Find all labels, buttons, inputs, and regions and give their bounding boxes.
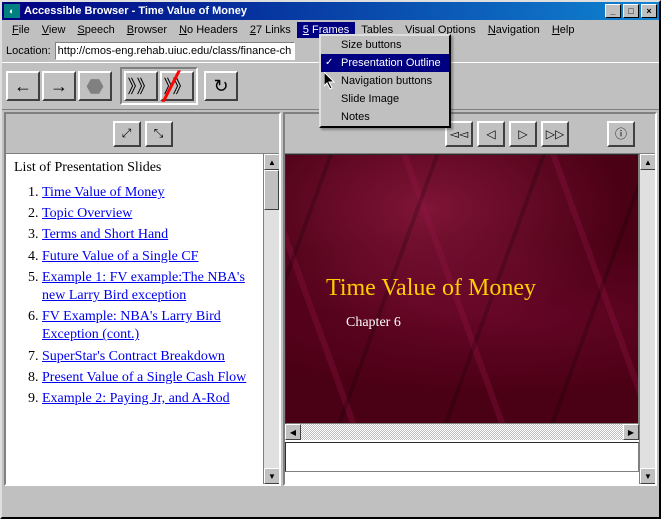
play-button[interactable]: ▷	[509, 121, 537, 147]
titlebar: ◐ Accessible Browser - Time Value of Mon…	[2, 2, 659, 20]
window-buttons: _ □ ×	[605, 4, 657, 18]
collapse-button[interactable]: ⤡	[145, 121, 173, 147]
menu-27links[interactable]: 27 Links	[244, 22, 297, 38]
outline-scrollbar-v[interactable]: ▲ ▼	[263, 154, 279, 484]
location-label: Location:	[6, 45, 51, 57]
scroll-up-icon[interactable]: ▲	[264, 154, 279, 170]
outline-body: List of Presentation Slides Time Value o…	[6, 154, 263, 484]
slide-link[interactable]: Example 2: Paying Jr, and A-Rod	[42, 391, 230, 406]
menu-help[interactable]: Help	[546, 22, 581, 38]
app-icon: ◐	[4, 4, 20, 18]
prev-slide-button[interactable]: ◁	[477, 121, 505, 147]
slide-image: Time Value of Money Chapter 6	[285, 154, 639, 424]
slide-scrollbar-h[interactable]: ◀ ▶	[285, 424, 639, 440]
dropdown-item-slide-image[interactable]: Slide Image	[321, 90, 449, 108]
scroll-down-icon[interactable]: ▼	[640, 468, 656, 484]
minimize-button[interactable]: _	[605, 4, 621, 18]
mute-button[interactable]: 》》╱	[160, 71, 194, 101]
next-slide-button[interactable]: ▷▷	[541, 121, 569, 147]
dropdown-item-size-buttons[interactable]: Size buttons	[321, 36, 449, 54]
scroll-track[interactable]	[264, 210, 279, 468]
slide-list: Time Value of Money Topic Overview Terms…	[14, 184, 255, 408]
outline-toolbar: ⤢ ⤡	[6, 114, 279, 154]
slide-link[interactable]: Example 1: FV example:The NBA's new Larr…	[42, 270, 245, 303]
menu-navigation[interactable]: Navigation	[482, 22, 546, 38]
maximize-button[interactable]: □	[623, 4, 639, 18]
outline-heading: List of Presentation Slides	[14, 160, 255, 176]
slide-scrollbar-v[interactable]: ▲ ▼	[639, 154, 655, 484]
notes-area	[285, 442, 639, 472]
speak-icon: 》》	[128, 73, 155, 99]
stop-icon: ⬣	[86, 74, 103, 99]
forward-button[interactable]: →	[42, 71, 76, 101]
list-item: Example 1: FV example:The NBA's new Larr…	[42, 269, 255, 305]
scroll-thumb[interactable]	[264, 170, 279, 210]
info-button[interactable]: ⓘ	[607, 121, 635, 147]
slide-subtitle: Chapter 6	[346, 315, 401, 331]
list-item: Topic Overview	[42, 205, 255, 223]
list-item: Present Value of a Single Cash Flow	[42, 369, 255, 387]
close-button[interactable]: ×	[641, 4, 657, 18]
menu-noheaders[interactable]: No Headers	[173, 22, 244, 38]
scroll-right-icon[interactable]: ▶	[623, 424, 639, 440]
list-item: FV Example: NBA's Larry Bird Exception (…	[42, 308, 255, 344]
list-item: Time Value of Money	[42, 184, 255, 202]
speak-button[interactable]: 》》	[124, 71, 158, 101]
dropdown-item-navigation-buttons[interactable]: Navigation buttons	[321, 72, 449, 90]
slide-title: Time Value of Money	[326, 275, 536, 302]
scroll-track[interactable]	[640, 170, 655, 468]
dropdown-item-notes[interactable]: Notes	[321, 108, 449, 126]
slide-link[interactable]: SuperStar's Contract Breakdown	[42, 349, 225, 364]
back-button[interactable]: ←	[6, 71, 40, 101]
stop-button[interactable]: ⬣	[78, 71, 112, 101]
scroll-left-icon[interactable]: ◀	[285, 424, 301, 440]
scroll-track[interactable]	[301, 424, 623, 440]
speech-group: 》》 》》╱	[120, 67, 198, 105]
outline-pane: ⤢ ⤡ List of Presentation Slides Time Val…	[4, 112, 281, 486]
list-item: SuperStar's Contract Breakdown	[42, 348, 255, 366]
slide-pane: ◅◅ ◁ ▷ ▷▷ ⓘ Time Value of Money Chapter …	[283, 112, 657, 486]
slide-link[interactable]: Time Value of Money	[42, 185, 165, 200]
check-icon: ✓	[325, 57, 333, 68]
slide-link[interactable]: Topic Overview	[42, 206, 132, 221]
scroll-up-icon[interactable]: ▲	[640, 154, 656, 170]
menu-file[interactable]: File	[6, 22, 36, 38]
frames-dropdown: Size buttons ✓Presentation Outline Navig…	[319, 34, 451, 128]
mute-icon: 》》╱	[164, 73, 191, 99]
menu-view[interactable]: View	[36, 22, 72, 38]
menu-browser[interactable]: Browser	[121, 22, 173, 38]
scroll-down-icon[interactable]: ▼	[264, 468, 279, 484]
slide-link[interactable]: Future Value of a Single CF	[42, 249, 198, 264]
list-item: Terms and Short Hand	[42, 226, 255, 244]
slide-link[interactable]: FV Example: NBA's Larry Bird Exception (…	[42, 309, 221, 342]
list-item: Example 2: Paying Jr, and A-Rod	[42, 390, 255, 408]
list-item: Future Value of a Single CF	[42, 248, 255, 266]
window-title: Accessible Browser - Time Value of Money	[24, 5, 605, 17]
menu-speech[interactable]: Speech	[71, 22, 120, 38]
expand-button[interactable]: ⤢	[113, 121, 141, 147]
main-area: ⤢ ⤡ List of Presentation Slides Time Val…	[2, 110, 659, 488]
slide-link[interactable]: Terms and Short Hand	[42, 227, 168, 242]
dropdown-item-presentation-outline[interactable]: ✓Presentation Outline	[321, 54, 449, 72]
location-input[interactable]	[55, 42, 295, 60]
slide-link[interactable]: Present Value of a Single Cash Flow	[42, 370, 246, 385]
reload-button[interactable]: ↻	[204, 71, 238, 101]
